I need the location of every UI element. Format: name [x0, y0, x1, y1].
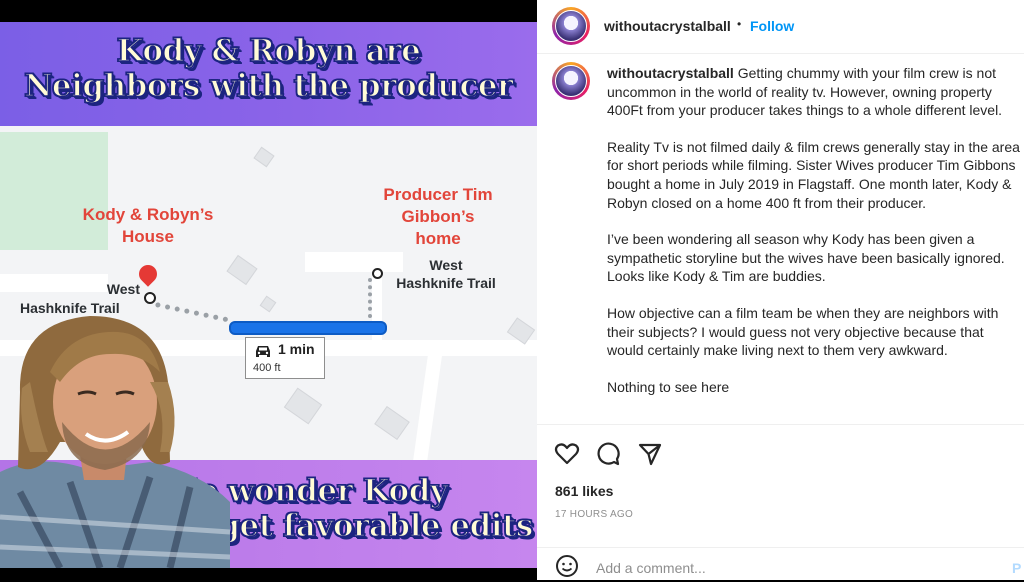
caption-paragraph: I’ve been wondering all season why Kody …	[607, 231, 1005, 285]
map-road	[411, 351, 443, 473]
post-actions: 861 likes 17 HOURS AGO Add a comment... …	[537, 424, 1024, 581]
walking-path	[368, 278, 372, 318]
post-header: withoutacrystalball • Follow	[537, 0, 1024, 54]
caption-paragraph: Reality Tv is not filmed daily & film cr…	[607, 138, 1020, 211]
top-banner-line1: Kody & Robyn are	[116, 33, 422, 70]
comment-icon[interactable]	[595, 441, 621, 467]
map-building	[259, 295, 277, 313]
header-username[interactable]: withoutacrystalball	[604, 18, 731, 34]
drive-time-callout: 1 min 400 ft	[245, 337, 325, 379]
post-image[interactable]: Kody & Robyn’s House Producer Tim Gibbon’s…	[0, 0, 537, 580]
map-building	[283, 387, 323, 425]
post-timestamp[interactable]: 17 HOURS AGO	[555, 509, 633, 520]
driving-route	[229, 321, 387, 335]
car-icon	[256, 346, 270, 357]
avatar[interactable]	[552, 7, 590, 45]
redaction-patch	[305, 252, 403, 272]
map-building	[374, 405, 410, 441]
left-street-label-line1: West	[106, 281, 140, 297]
comment-input[interactable]: Add a comment...	[596, 560, 706, 576]
share-icon[interactable]	[637, 441, 663, 467]
drive-distance: 400 ft	[253, 362, 281, 374]
caption-avatar[interactable]	[552, 62, 590, 100]
right-street-label-line1: West	[429, 257, 463, 273]
person-photo	[0, 316, 230, 568]
end-point	[372, 268, 383, 279]
caption-paragraph: How objective can a film team be when th…	[607, 304, 999, 359]
comment-box: Add a comment... P	[537, 547, 1024, 582]
likes-count[interactable]: 861 likes	[555, 483, 613, 499]
post-comment-button[interactable]: P	[1012, 560, 1021, 576]
caption-text: withoutacrystalball Getting chummy with …	[607, 64, 1021, 414]
caption-username[interactable]: withoutacrystalball	[607, 65, 734, 81]
heart-icon[interactable]	[554, 441, 580, 467]
drive-time: 1 min	[278, 341, 315, 357]
caption-scroll-area[interactable]: withoutacrystalball Getting chummy with …	[537, 54, 1024, 424]
image-frame: Kody & Robyn’s House Producer Tim Gibbon’s…	[0, 22, 537, 568]
post-details-panel: withoutacrystalball • Follow withoutacry…	[537, 0, 1024, 580]
emoji-icon[interactable]	[555, 554, 579, 578]
top-banner-line2: Neighbors with the producer	[23, 68, 514, 105]
right-street-label-line2: Hashknife Trail	[396, 275, 496, 291]
follow-button[interactable]: Follow	[750, 18, 794, 34]
kody-house-label: Kody & Robyn’s House	[82, 205, 214, 246]
top-banner: Kody & Robyn are Neighbors with the prod…	[0, 22, 537, 126]
map-building	[226, 254, 258, 286]
map-building	[253, 146, 275, 168]
caption-paragraph: Nothing to see here	[607, 378, 730, 395]
producer-home-label: Producer Tim Gibbon’s home	[383, 185, 493, 248]
header-separator: •	[737, 17, 742, 31]
